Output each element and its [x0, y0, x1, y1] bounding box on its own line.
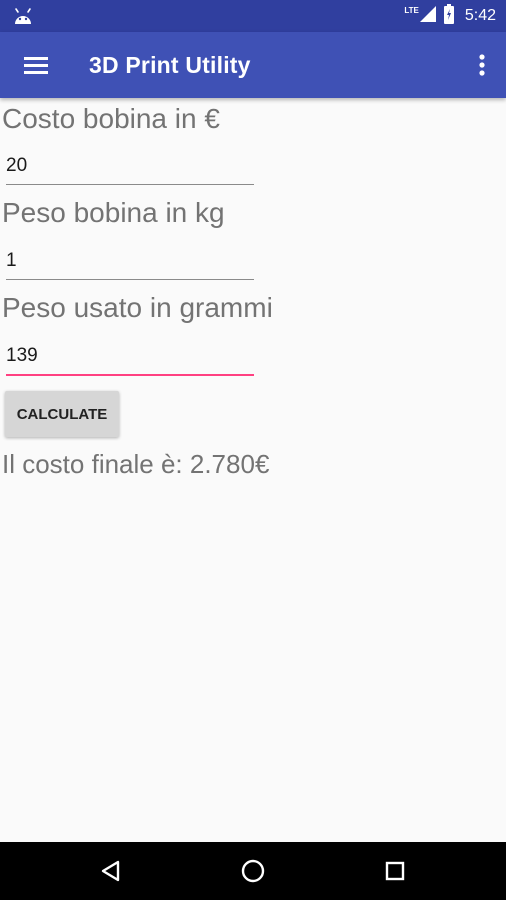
recents-icon[interactable]: [371, 847, 419, 895]
spool-weight-label: Peso bobina in kg: [2, 197, 225, 228]
more-vert-icon[interactable]: [464, 41, 500, 89]
status-indicators: LTE 5:42: [404, 0, 496, 32]
battery-icon: [443, 3, 455, 29]
menu-icon[interactable]: [12, 41, 60, 89]
signal-icon: [419, 5, 437, 28]
app-title: 3D Print Utility: [89, 52, 251, 78]
spool-weight-input[interactable]: [6, 243, 254, 280]
spool-cost-input[interactable]: [6, 148, 254, 185]
network-type: LTE: [404, 5, 419, 15]
spool-cost-label: Costo bobina in €: [2, 103, 220, 134]
app-bar: 3D Print Utility: [0, 32, 506, 98]
back-icon[interactable]: [87, 847, 135, 895]
clock: 5:42: [464, 7, 496, 24]
android-icon: [12, 6, 34, 26]
status-bar: LTE 5:42: [0, 0, 506, 32]
result-text: Il costo finale è: 2.780€: [2, 449, 270, 479]
screen: LTE 5:42 3D Print Utility Costo bobina i…: [0, 0, 506, 900]
home-icon[interactable]: [229, 847, 277, 895]
calculate-button[interactable]: CALCULATE: [5, 391, 119, 437]
used-weight-input[interactable]: [6, 338, 254, 376]
nav-bar: [0, 842, 506, 900]
used-weight-label: Peso usato in grammi: [2, 292, 273, 323]
